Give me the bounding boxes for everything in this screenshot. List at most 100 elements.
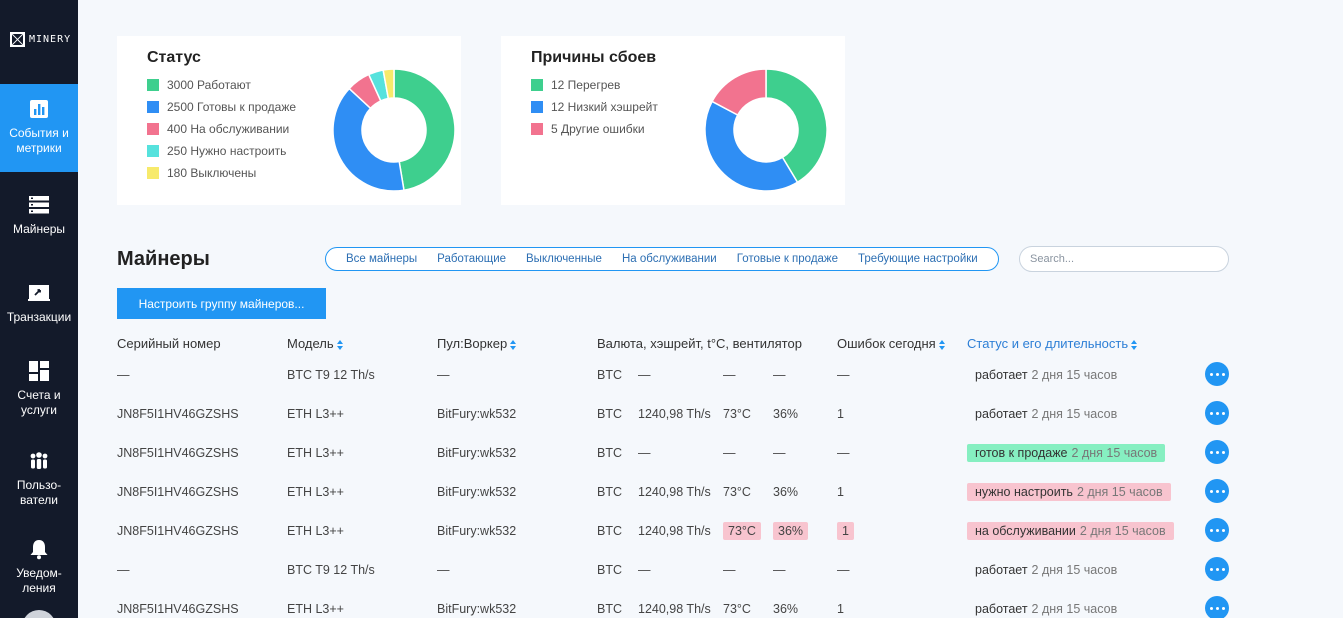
cell-serial: JN8F5I1HV46GZSHS	[117, 445, 239, 460]
dot-icon	[1221, 606, 1225, 610]
filter-for-sale[interactable]: Готовые к продаже	[727, 253, 848, 265]
cell-pool: —	[437, 562, 450, 577]
table-row[interactable]: JN8F5I1HV46GZSHS ETH L3++ BitFury:wk532 BTC…	[0, 472, 1343, 511]
cell-serial: JN8F5I1HV46GZSHS	[117, 406, 239, 421]
cell-serial: JN8F5I1HV46GZSHS	[117, 484, 239, 499]
cell-temp: 73°C	[723, 406, 751, 421]
more-actions-button[interactable]	[1205, 362, 1229, 386]
legend-label: 5 Другие ошибки	[551, 122, 645, 136]
cell-currency: BTC	[597, 367, 622, 382]
cell-hashrate: 1240,98 Th/s	[638, 601, 711, 616]
sort-icon[interactable]	[1131, 339, 1138, 350]
cell-currency: BTC	[597, 523, 622, 538]
cell-model: ETH L3++	[287, 523, 344, 538]
table-row[interactable]: JN8F5I1HV46GZSHS ETH L3++ BitFury:wk532 BTC…	[0, 511, 1343, 550]
more-actions-button[interactable]	[1205, 557, 1229, 581]
column-header-status[interactable]: Статус и его длительность	[967, 336, 1138, 351]
nav-item-transactions[interactable]: Транзакции	[0, 282, 78, 325]
cell-serial: JN8F5I1HV46GZSHS	[117, 523, 239, 538]
nav-label: События и метрики	[9, 126, 69, 155]
dot-icon	[1215, 450, 1219, 454]
cell-model: ETH L3++	[287, 445, 344, 460]
column-header-errors[interactable]: Ошибок сегодня	[837, 336, 945, 351]
cell-serial: —	[117, 367, 130, 382]
legend-swatch	[147, 101, 159, 113]
nav-item-events[interactable]: События и метрики	[0, 84, 78, 172]
more-actions-button[interactable]	[1205, 401, 1229, 425]
status-duration: 2 дня 15 часов	[1031, 367, 1118, 382]
legend-item: 2500 Готовы к продаже	[147, 96, 296, 118]
table-row[interactable]: JN8F5I1HV46GZSHS ETH L3++ BitFury:wk532 BTC…	[0, 433, 1343, 472]
column-header-pool[interactable]: Пул:Воркер	[437, 336, 517, 351]
status-duration: 2 дня 15 часов	[1031, 406, 1118, 421]
filter-needs-setup[interactable]: Требующие настройки	[848, 253, 988, 265]
column-header-label: Статус и его длительность	[967, 336, 1129, 351]
status-label: работает	[975, 601, 1028, 616]
more-actions-button[interactable]	[1205, 479, 1229, 503]
column-header-label: Ошибок сегодня	[837, 336, 936, 351]
legend-item: 5 Другие ошибки	[531, 118, 658, 140]
legend-item: 250 Нужно настроить	[147, 140, 296, 162]
status-duration: 2 дня 15 часов	[1031, 601, 1118, 616]
configure-group-button[interactable]: Настроить группу майнеров...	[117, 288, 326, 319]
sort-icon[interactable]	[510, 339, 517, 350]
nav-label: Транзакции	[6, 310, 72, 324]
dot-icon	[1215, 489, 1219, 493]
dot-icon	[1215, 411, 1219, 415]
dot-icon	[1209, 372, 1213, 376]
cell-fan: 36%	[773, 406, 799, 421]
bar-chart-icon	[30, 100, 48, 118]
column-header-label: Модель	[287, 336, 334, 351]
column-header-label: Серийный номер	[117, 336, 221, 351]
legend-item: 12 Перегрев	[531, 74, 658, 96]
status-label: на обслуживании	[975, 523, 1076, 538]
column-header-currency: Валюта, хэшрейт, t°C, вентилятор	[597, 336, 802, 351]
miners-title: Майнеры	[117, 248, 210, 270]
column-header-model[interactable]: Модель	[287, 336, 343, 351]
cell-hashrate: 1240,98 Th/s	[638, 406, 711, 421]
cell-fan: 36%	[773, 521, 809, 540]
sort-icon[interactable]	[336, 339, 343, 350]
filter-working[interactable]: Работающие	[427, 253, 516, 265]
table-row[interactable]: — BTC T9 12 Th/s — BTC — — — — работает 2 дня 15 …	[0, 550, 1343, 589]
nav-item-miners[interactable]: Майнеры	[0, 194, 78, 237]
cell-pool: BitFury:wk532	[437, 523, 517, 538]
filter-off[interactable]: Выключенные	[516, 253, 612, 265]
filter-all[interactable]: Все майнеры	[336, 253, 427, 265]
cell-errors: 1	[837, 484, 844, 499]
table-row[interactable]: JN8F5I1HV46GZSHS ETH L3++ BitFury:wk532 BTC…	[0, 394, 1343, 433]
card-title: Статус	[147, 49, 201, 66]
donut-slice	[704, 100, 799, 192]
dot-icon	[1221, 489, 1225, 493]
more-actions-button[interactable]	[1205, 596, 1229, 618]
dot-icon	[1209, 606, 1213, 610]
failures-card: Причины сбоев 12 Перегрев 12 Низкий хэшре…	[501, 36, 845, 205]
table-row[interactable]: — BTC T9 12 Th/s — BTC — — — — работает 2 дня 15 …	[0, 355, 1343, 394]
legend-swatch	[147, 79, 159, 91]
cell-errors: —	[837, 367, 850, 382]
cell-errors: 1	[837, 601, 844, 616]
legend-swatch	[147, 167, 159, 179]
cell-currency: BTC	[597, 406, 622, 421]
cell-errors: —	[837, 445, 850, 460]
dot-icon	[1215, 528, 1219, 532]
cell-pool: —	[437, 367, 450, 382]
status-legend: 3000 Работают 2500 Готовы к продаже 400 На…	[147, 74, 296, 184]
dot-icon	[1209, 528, 1213, 532]
sort-icon[interactable]	[938, 339, 945, 350]
more-actions-button[interactable]	[1205, 518, 1229, 542]
cell-errors: —	[837, 562, 850, 577]
legend-label: 180 Выключены	[167, 166, 257, 180]
table-row[interactable]: JN8F5I1HV46GZSHS ETH L3++ BitFury:wk532 BTC…	[0, 589, 1343, 618]
logo[interactable]: MINERY	[10, 32, 71, 47]
filter-maintenance[interactable]: На обслуживании	[612, 253, 727, 265]
status-label: работает	[975, 562, 1028, 577]
column-header-label: Валюта, хэшрейт, t°C, вентилятор	[597, 336, 802, 351]
search-input[interactable]	[1019, 246, 1229, 272]
cell-fan: —	[773, 562, 786, 577]
status-badge: на обслуживании 2 дня 15 часов	[967, 521, 1174, 540]
cell-temp: —	[723, 445, 736, 460]
cell-hashrate: 1240,98 Th/s	[638, 484, 711, 499]
column-header-label: Пул:Воркер	[437, 336, 508, 351]
more-actions-button[interactable]	[1205, 440, 1229, 464]
